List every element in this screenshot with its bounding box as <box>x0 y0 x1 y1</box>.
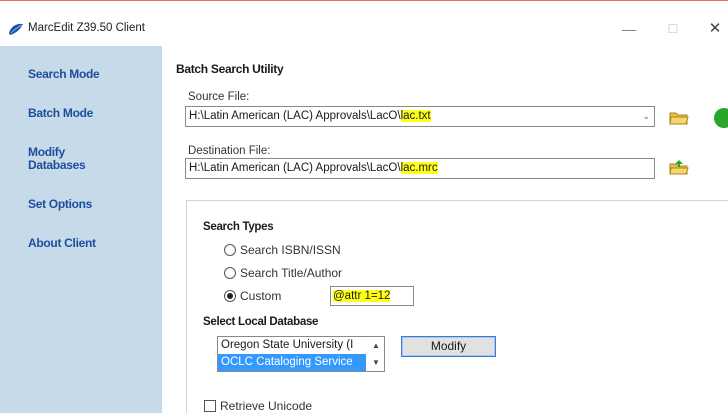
page-title: Batch Search Utility <box>176 62 284 76</box>
radio-label: Custom <box>240 289 282 303</box>
chevron-down-icon[interactable]: ⌄ <box>642 107 650 126</box>
destination-file-name: lac.mrc <box>400 162 438 174</box>
search-types-title: Search Types <box>203 221 274 233</box>
radio-custom[interactable]: Custom <box>224 289 281 303</box>
destination-file-label: Destination File: <box>188 145 271 157</box>
minimize-button[interactable]: — <box>614 20 644 38</box>
folder-open-icon[interactable] <box>669 110 689 126</box>
sidebar-item-batch-mode[interactable]: Batch Mode <box>28 107 93 120</box>
radio-search-isbn[interactable]: Search ISBN/ISSN <box>224 243 341 257</box>
marcedit-app-icon <box>9 23 23 35</box>
destination-file-path: H:\Latin American (LAC) Approvals\LacO\ <box>189 162 401 174</box>
close-button[interactable]: ✕ <box>700 20 728 38</box>
sidebar-item-about-client[interactable]: About Client <box>28 237 96 250</box>
local-database-list[interactable]: Oregon State University (I OCLC Catalogi… <box>217 336 385 372</box>
sidebar <box>0 46 162 413</box>
scroll-down-icon[interactable]: ▼ <box>368 354 384 371</box>
radio-search-title-author[interactable]: Search Title/Author <box>224 266 342 280</box>
radio-label: Search ISBN/ISSN <box>240 243 341 257</box>
custom-attribute-input[interactable]: @attr 1=12 <box>330 286 414 306</box>
save-folder-icon[interactable] <box>669 159 689 175</box>
sidebar-item-modify-databases[interactable]: Modify Databases <box>28 146 86 172</box>
run-batch-icon[interactable] <box>714 108 728 128</box>
sidebar-item-set-options[interactable]: Set Options <box>28 198 92 211</box>
source-file-combobox[interactable]: H:\Latin American (LAC) Approvals\LacO\l… <box>185 106 655 127</box>
retrieve-unicode-checkbox[interactable]: Retrieve Unicode <box>204 399 312 413</box>
radio-dot <box>227 293 233 299</box>
source-file-name: lac.txt <box>400 110 431 122</box>
window-title: MarcEdit Z39.50 Client <box>28 22 145 34</box>
source-file-path: H:\Latin American (LAC) Approvals\LacO\ <box>189 110 401 122</box>
radio-button-selected[interactable] <box>224 290 236 302</box>
list-scrollbar[interactable]: ▲ ▼ <box>368 337 384 371</box>
source-file-label: Source File: <box>188 91 250 103</box>
scroll-up-icon[interactable]: ▲ <box>368 337 384 354</box>
custom-attribute-value: @attr 1=12 <box>333 290 391 302</box>
list-item-selected[interactable]: OCLC Cataloging Service <box>218 354 366 371</box>
radio-button[interactable] <box>224 267 236 279</box>
local-database-title: Select Local Database <box>203 316 319 328</box>
checkbox-label: Retrieve Unicode <box>220 399 313 413</box>
radio-label: Search Title/Author <box>240 266 343 280</box>
sidebar-item-search-mode[interactable]: Search Mode <box>28 68 100 81</box>
checkbox[interactable] <box>204 400 216 412</box>
modify-button[interactable]: Modify <box>401 336 496 357</box>
radio-button[interactable] <box>224 244 236 256</box>
maximize-button[interactable]: ☐ <box>658 20 688 38</box>
list-item[interactable]: Oregon State University (I <box>218 337 366 354</box>
destination-file-input[interactable]: H:\Latin American (LAC) Approvals\LacO\l… <box>185 158 655 179</box>
